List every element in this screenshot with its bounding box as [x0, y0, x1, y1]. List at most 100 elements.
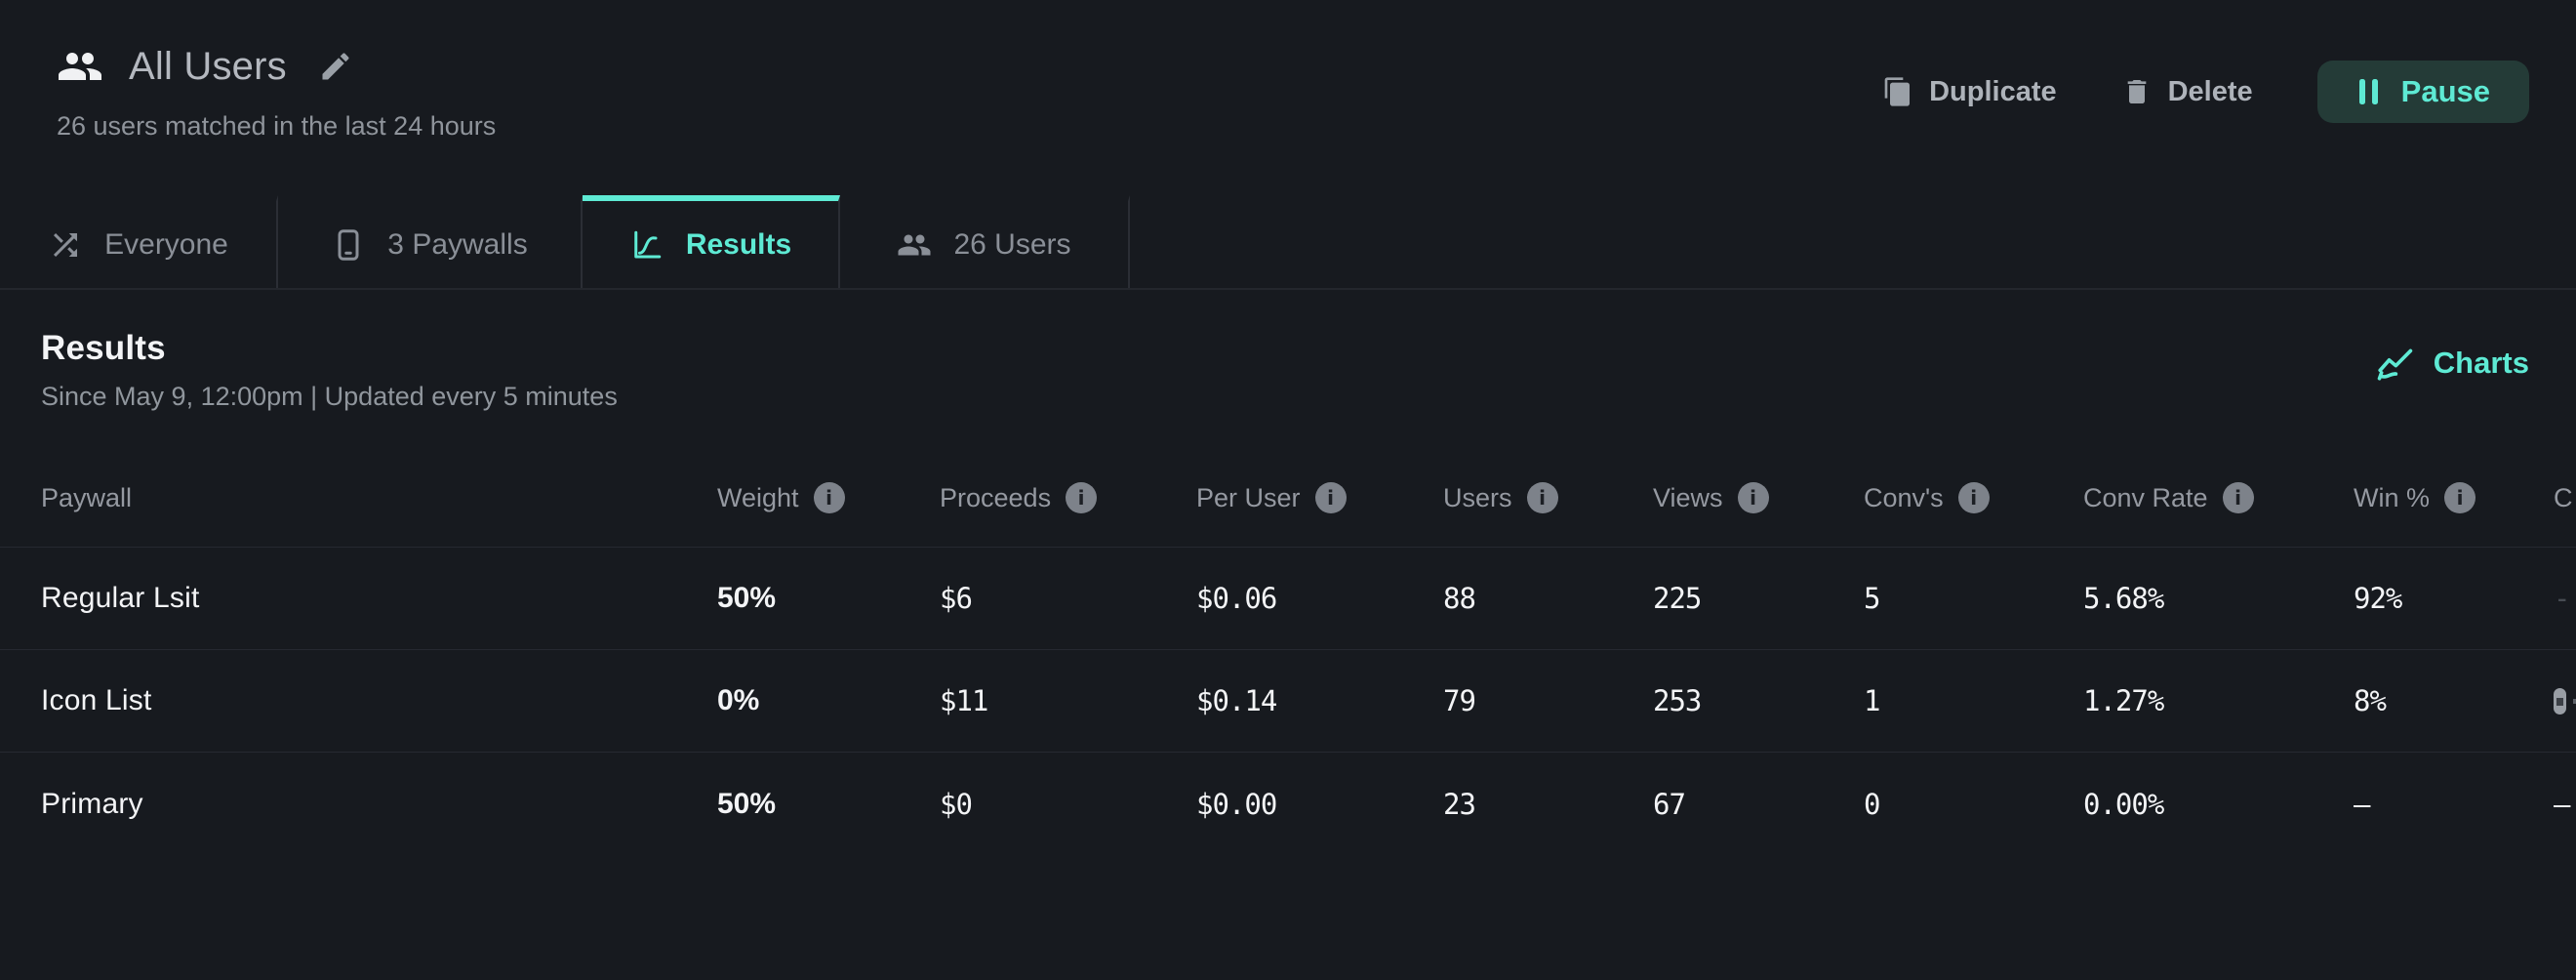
pause-label: Pause	[2401, 74, 2490, 109]
tab-label: Everyone	[104, 228, 228, 262]
tab-everyone[interactable]: Everyone	[0, 195, 278, 288]
people-icon	[897, 227, 932, 263]
badge-pill	[2554, 688, 2566, 715]
column-label: Weight	[717, 483, 799, 513]
metric-value: $0.00	[1196, 788, 1443, 821]
metric-value: 5.68%	[2083, 582, 2354, 615]
metric-value: 253	[1653, 684, 1864, 717]
metric-value: 50%	[717, 788, 940, 821]
shuffle-icon	[48, 227, 83, 263]
metric-value: 50%	[717, 582, 940, 615]
metric-value: $0	[940, 788, 1196, 821]
edit-title-button[interactable]	[318, 49, 353, 84]
metric-value: 92%	[2354, 582, 2554, 615]
info-icon[interactable]: i	[1066, 482, 1097, 513]
column-header-proceeds: Proceeds i	[940, 482, 1196, 513]
right-edge-badge	[2554, 688, 2576, 715]
column-header-paywall: Paywall	[41, 483, 717, 513]
results-subheading: Since May 9, 12:00pm | Updated every 5 m…	[41, 382, 618, 412]
column-label: Conv's	[1864, 483, 1944, 513]
column-label: Per User	[1196, 483, 1301, 513]
tab-bar: Everyone 3 Paywalls Results 26 Users	[0, 195, 2576, 290]
column-header-c: C	[2554, 483, 2576, 513]
chart-line-icon	[2375, 343, 2416, 384]
column-label: C	[2554, 483, 2573, 513]
metric-value: 0	[1864, 788, 2083, 821]
page-title: All Users	[129, 45, 287, 89]
metric-value: 0%	[717, 684, 940, 717]
paywall-name: Icon List	[41, 684, 717, 717]
top-actions: Duplicate Delete Pause	[1882, 61, 2529, 123]
charts-label: Charts	[2434, 346, 2529, 381]
tab-26-users[interactable]: 26 Users	[840, 195, 1130, 288]
column-label: Users	[1443, 483, 1512, 513]
column-header-conv-s: Conv's i	[1864, 482, 2083, 513]
results-title-block: Results Since May 9, 12:00pm | Updated e…	[41, 329, 618, 412]
column-header-conv-rate: Conv Rate i	[2083, 482, 2354, 513]
metric-value: 0.00%	[2083, 788, 2354, 821]
metric-value: $6	[940, 582, 1196, 615]
experiment-page: All Users 26 users matched in the last 2…	[0, 0, 2576, 980]
top-bar: All Users 26 users matched in the last 2…	[0, 0, 2576, 195]
metric-value: 88	[1443, 582, 1653, 615]
metric-value: 8%	[2354, 684, 2554, 717]
phone-icon	[331, 227, 366, 263]
column-header-users: Usersi	[1443, 482, 1653, 513]
tab-results[interactable]: Results	[583, 195, 840, 288]
delete-button[interactable]: Delete	[2121, 76, 2253, 108]
metric-value: 5	[1864, 582, 2083, 615]
tab-label: Results	[686, 228, 791, 262]
title-block: All Users 26 users matched in the last 2…	[57, 43, 496, 195]
cutoff-metric-value: –	[2554, 788, 2576, 821]
cutoff-metric-value: -	[2554, 582, 2576, 615]
column-header-weight: Weighti	[717, 482, 940, 513]
pause-icon	[2356, 77, 2382, 106]
table-row: Primary50%$0$0.00236700.00%––	[0, 753, 2576, 855]
tab-label: 26 Users	[953, 228, 1070, 262]
table-header-row: PaywallWeightiProceedsiPer UseriUsersiVi…	[0, 449, 2576, 548]
table-row: Regular Lsit50%$6$0.068822555.68%92%-	[0, 548, 2576, 650]
column-label: Views	[1653, 483, 1723, 513]
metric-value: 1	[1864, 684, 2083, 717]
metric-value: 1.27%	[2083, 684, 2354, 717]
paywall-name: Primary	[41, 788, 717, 821]
matched-users-subtitle: 26 users matched in the last 24 hours	[57, 111, 496, 142]
info-icon[interactable]: i	[2444, 482, 2475, 513]
metric-value: –	[2354, 788, 2554, 821]
column-header-per-user: Per User i	[1196, 482, 1443, 513]
info-icon[interactable]: i	[1958, 482, 1990, 513]
copy-icon	[1882, 76, 1913, 107]
duplicate-button[interactable]: Duplicate	[1882, 76, 2057, 108]
people-icon	[57, 43, 103, 90]
metric-value: $0.06	[1196, 582, 1443, 615]
column-header-views: Viewsi	[1653, 482, 1864, 513]
paywall-name: Regular Lsit	[41, 582, 717, 615]
info-icon[interactable]: i	[1527, 482, 1558, 513]
table-body: Regular Lsit50%$6$0.068822555.68%92%-Ico…	[0, 548, 2576, 855]
trash-icon	[2121, 76, 2153, 107]
metric-value: $0.14	[1196, 684, 1443, 717]
metric-value: 23	[1443, 788, 1653, 821]
charts-button[interactable]: Charts	[2375, 343, 2529, 384]
info-icon[interactable]: i	[814, 482, 845, 513]
info-icon[interactable]: i	[1315, 482, 1347, 513]
chart-icon	[629, 227, 664, 263]
delete-label: Delete	[2168, 76, 2253, 108]
column-header-win-: Win % i	[2354, 482, 2554, 513]
duplicate-label: Duplicate	[1929, 76, 2057, 108]
tab-label: 3 Paywalls	[387, 228, 527, 262]
metric-value: 79	[1443, 684, 1653, 717]
tab-3-paywalls[interactable]: 3 Paywalls	[278, 195, 583, 288]
info-icon[interactable]: i	[1738, 482, 1769, 513]
column-label: Paywall	[41, 483, 132, 513]
column-label: Conv Rate	[2083, 483, 2208, 513]
pause-button[interactable]: Pause	[2317, 61, 2529, 123]
metric-value: 67	[1653, 788, 1864, 821]
metric-value: $11	[940, 684, 1196, 717]
metric-value: 225	[1653, 582, 1864, 615]
results-bar: Results Since May 9, 12:00pm | Updated e…	[0, 290, 2576, 449]
table-row: Icon List0%$11$0.147925311.27%8%	[0, 650, 2576, 753]
column-label: Win %	[2354, 483, 2430, 513]
info-icon[interactable]: i	[2223, 482, 2254, 513]
column-label: Proceeds	[940, 483, 1051, 513]
